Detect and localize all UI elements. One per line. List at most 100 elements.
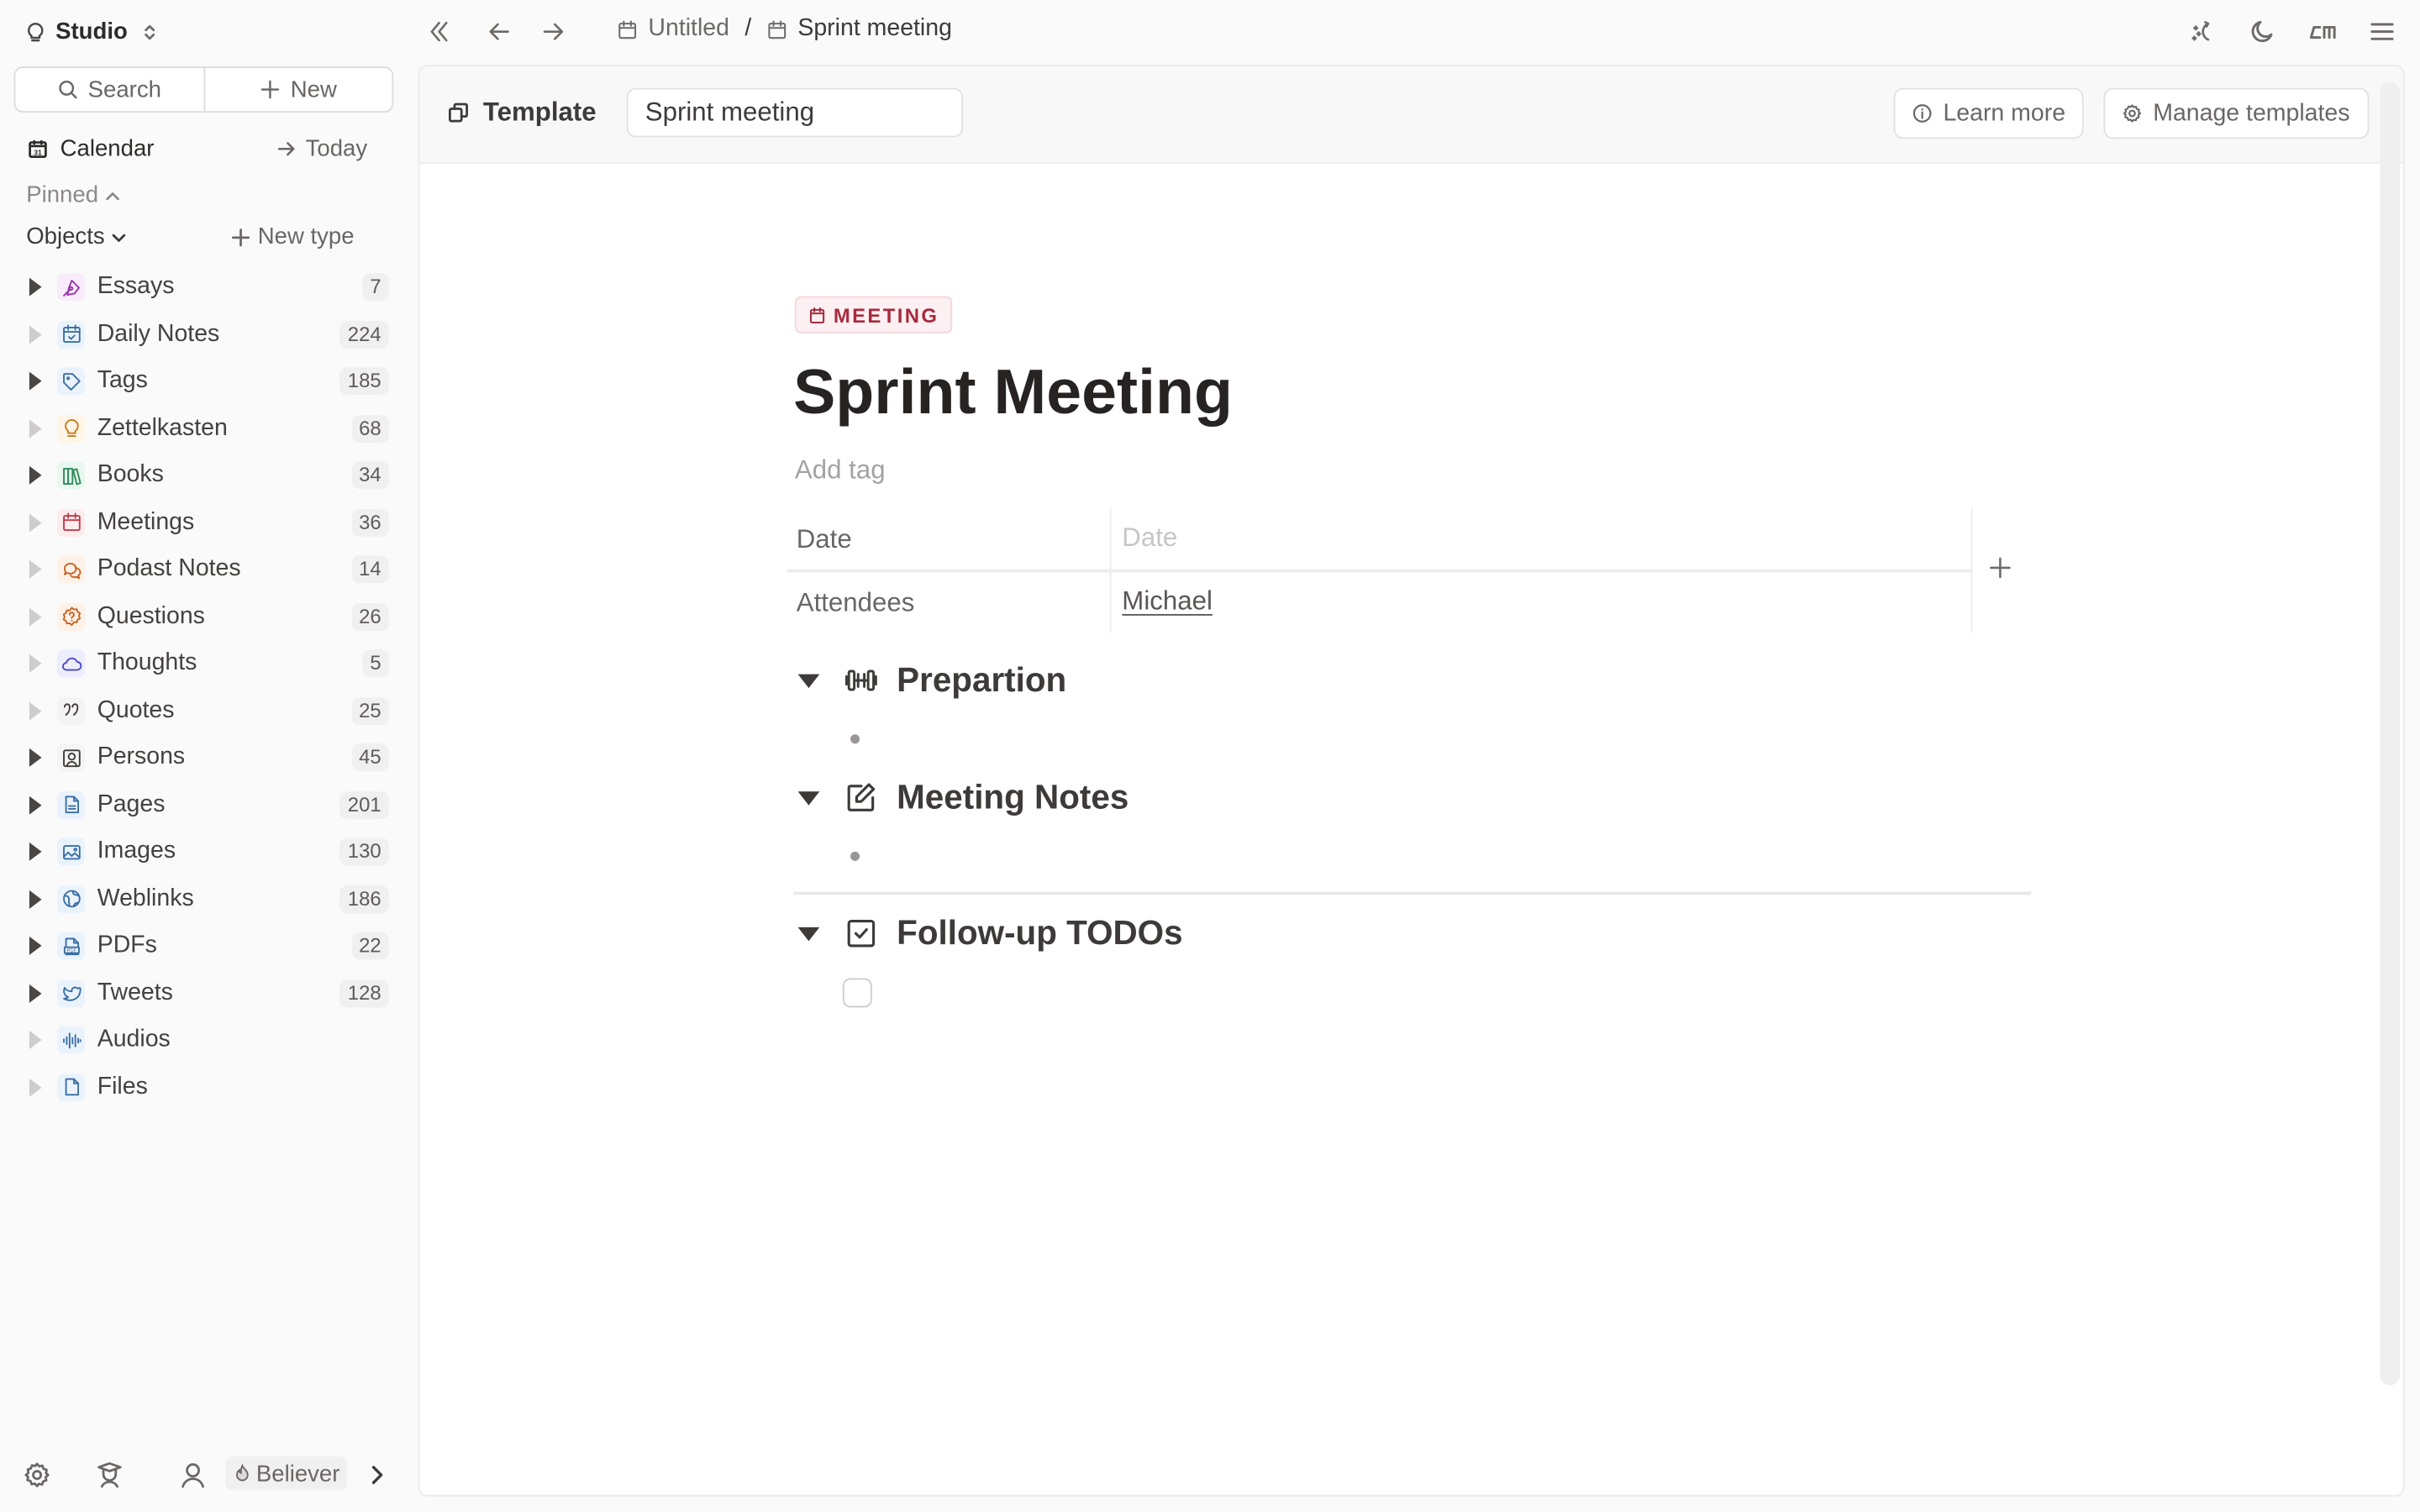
sidebar-item-weblinks[interactable]: Weblinks 186	[0, 875, 417, 922]
expand-triangle-icon[interactable]	[29, 324, 42, 344]
sidebar-item-label: Pages	[97, 790, 166, 817]
section-title[interactable]: Prepartion	[897, 660, 1066, 701]
property-row-date: Date Date	[787, 507, 1971, 569]
learn-more-button[interactable]: Learn more	[1893, 87, 2085, 139]
new-type-label: New type	[257, 223, 355, 250]
vertical-scrollbar[interactable]	[2380, 81, 2401, 1386]
settings-gear-icon[interactable]	[24, 1461, 51, 1488]
expand-triangle-icon[interactable]	[29, 748, 42, 767]
workspace-name: Studio	[55, 18, 128, 45]
sidebar-item-podast-notes[interactable]: Podast Notes 14	[0, 546, 417, 593]
item-count-badge: 224	[339, 320, 389, 349]
expand-triangle-icon[interactable]	[29, 465, 42, 485]
expand-triangle-icon[interactable]	[29, 983, 42, 1002]
expand-triangle-icon[interactable]	[29, 512, 42, 532]
expand-triangle-icon[interactable]	[29, 1077, 42, 1096]
type-tag-label: MEETING	[833, 302, 939, 327]
sidebar-item-persons[interactable]: Persons 45	[0, 734, 417, 781]
collapse-caret-icon[interactable]	[797, 790, 820, 805]
today-link[interactable]: Today	[276, 135, 367, 161]
collapse-caret-icon[interactable]	[797, 926, 820, 941]
add-property-plus-icon[interactable]	[1988, 555, 2012, 580]
sidebar-item-pages[interactable]: Pages 201	[0, 781, 417, 828]
expand-triangle-icon[interactable]	[29, 889, 42, 908]
sidebar-item-zettelkasten[interactable]: Zettelkasten 68	[0, 405, 417, 452]
section-heading-meeting-notes: Meeting Notes	[793, 774, 1128, 821]
graduation-cap-icon[interactable]	[96, 1461, 124, 1488]
sidebar-item-essays[interactable]: Essays 7	[0, 264, 417, 311]
attendee-link[interactable]: Michael	[1122, 586, 1213, 617]
new-button[interactable]: New	[203, 67, 392, 112]
object-type-tag[interactable]: MEETING	[794, 296, 953, 333]
sparkle-moon-theme-icon[interactable]	[2188, 18, 2214, 45]
forward-arrow-icon[interactable]	[540, 18, 566, 45]
expand-triangle-icon[interactable]	[29, 371, 42, 391]
sidebar-item-quotes[interactable]: Quotes 25	[0, 687, 417, 734]
collapse-sidebar-icon[interactable]	[426, 18, 452, 45]
add-tag-input[interactable]: Add tag	[795, 455, 886, 486]
objects-section-toggle[interactable]: Objects	[26, 223, 128, 250]
section-title[interactable]: Follow-up TODOs	[897, 913, 1182, 953]
collapse-caret-icon[interactable]	[797, 673, 820, 688]
calendar-31-icon: 31	[28, 138, 48, 158]
sidebar-item-tags[interactable]: Tags 185	[0, 358, 417, 405]
search-button[interactable]: Search	[15, 68, 203, 111]
sidebar-item-questions[interactable]: Questions 26	[0, 593, 417, 640]
page-title[interactable]: Sprint Meeting	[793, 356, 1233, 428]
sidebar-item-tweets[interactable]: Tweets 128	[0, 969, 417, 1016]
calendar-link[interactable]: 31 Calendar	[28, 135, 154, 161]
focus-mode-icon[interactable]	[2307, 18, 2338, 45]
property-key: Date	[796, 524, 852, 554]
user-icon[interactable]	[179, 1461, 207, 1488]
chevron-right-icon[interactable]	[366, 1461, 387, 1488]
sidebar-item-meetings[interactable]: Meetings 36	[0, 499, 417, 546]
sidebar-item-pdfs[interactable]: PDF PDFs 22	[0, 922, 417, 969]
expand-triangle-icon[interactable]	[29, 606, 42, 626]
pinned-label: Pinned	[26, 181, 99, 208]
sidebar-item-daily-notes[interactable]: Daily Notes 224	[0, 311, 417, 358]
manage-templates-button[interactable]: Manage templates	[2103, 87, 2369, 139]
plan-label: Believer	[255, 1460, 340, 1487]
todo-checkbox[interactable]	[842, 978, 872, 1008]
empty-bullet[interactable]	[850, 734, 860, 744]
dumbbell-icon	[844, 664, 878, 697]
expand-triangle-icon[interactable]	[29, 1030, 42, 1049]
sidebar-item-label: Quotes	[97, 696, 175, 723]
sidebar-item-audios[interactable]: Audios	[0, 1016, 417, 1063]
item-count-badge: 128	[339, 979, 389, 1007]
expand-triangle-icon[interactable]	[29, 654, 42, 673]
expand-triangle-icon[interactable]	[29, 795, 42, 814]
template-name-input[interactable]	[626, 87, 964, 138]
date-value-field[interactable]: Date	[1122, 523, 1177, 554]
pinned-section-toggle[interactable]: Pinned	[26, 182, 121, 208]
section-title[interactable]: Meeting Notes	[897, 778, 1128, 818]
expand-triangle-icon[interactable]	[29, 418, 42, 438]
new-label: New	[290, 76, 337, 103]
breadcrumb-item-untitled[interactable]: Untitled	[618, 15, 729, 43]
lightbulb-icon	[56, 414, 86, 443]
new-type-button[interactable]: New type	[231, 223, 355, 250]
empty-bullet[interactable]	[850, 851, 860, 861]
template-label: Template	[482, 97, 597, 127]
sidebar-item-thoughts[interactable]: Thoughts 5	[0, 640, 417, 687]
breadcrumb-item-current[interactable]: Sprint meeting	[767, 15, 952, 43]
expand-triangle-icon[interactable]	[29, 277, 42, 297]
sidebar-item-label: Tags	[97, 367, 148, 394]
moon-icon[interactable]	[2249, 18, 2275, 45]
expand-triangle-icon[interactable]	[29, 701, 42, 720]
sidebar-item-files[interactable]: Files	[0, 1063, 417, 1110]
back-arrow-icon[interactable]	[487, 18, 513, 45]
sidebar-item-books[interactable]: Books 34	[0, 452, 417, 499]
sidebar-item-label: Books	[97, 461, 164, 488]
workspace-switcher[interactable]: Studio	[24, 18, 158, 45]
app-window: Studio Search New 31 Calendar Today Pinn…	[0, 0, 2420, 1512]
expand-triangle-icon[interactable]	[29, 936, 42, 955]
sidebar-item-images[interactable]: Images 130	[0, 828, 417, 875]
plan-badge[interactable]: Believer	[225, 1456, 348, 1491]
expand-triangle-icon[interactable]	[29, 559, 42, 579]
expand-triangle-icon[interactable]	[29, 842, 42, 861]
cloud-icon	[56, 649, 86, 678]
menu-hamburger-icon[interactable]	[2369, 18, 2395, 45]
person-portrait-icon	[56, 743, 86, 772]
item-count-badge: 26	[350, 602, 389, 631]
